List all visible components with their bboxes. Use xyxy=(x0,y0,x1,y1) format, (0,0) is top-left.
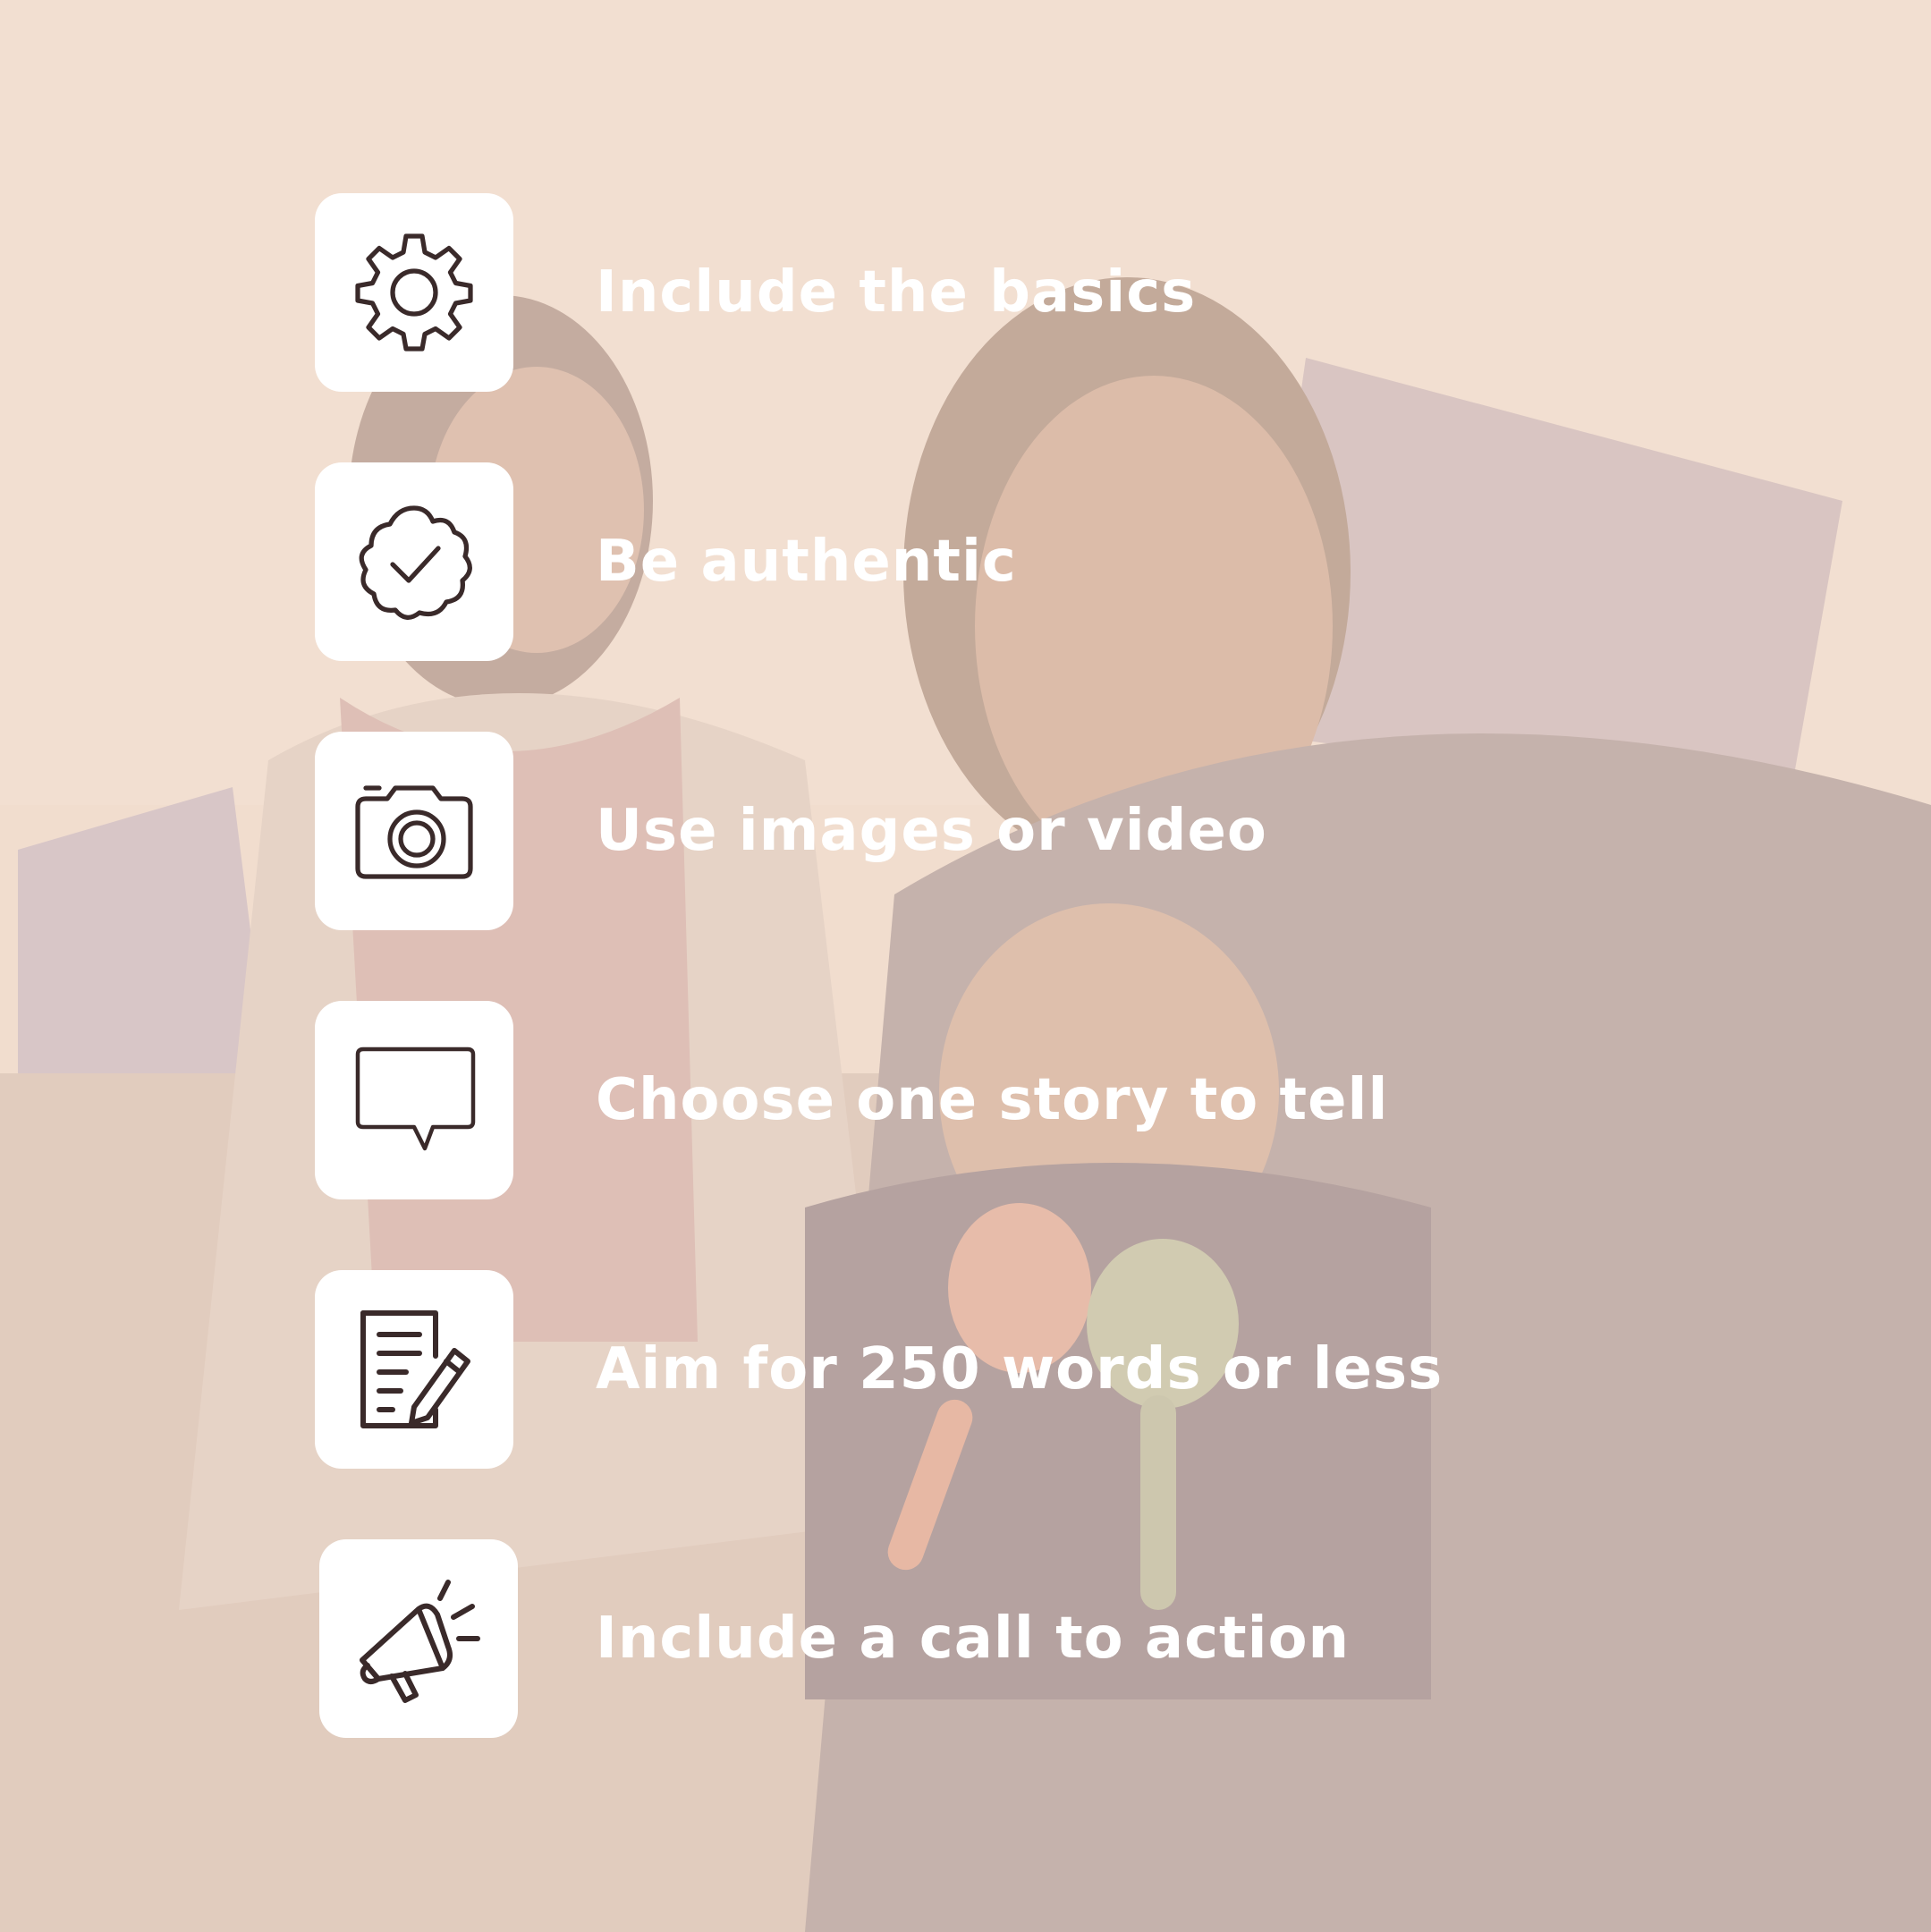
camera-icon xyxy=(355,785,473,879)
tip-label: Include a call to action xyxy=(596,1606,1351,1672)
megaphone-icon xyxy=(360,1580,480,1703)
tip-row-words: Aim for 250 words or less xyxy=(0,1270,1931,1469)
tip-icon-box xyxy=(315,1270,513,1469)
tip-icon-box xyxy=(315,732,513,930)
tip-label: Include the basics xyxy=(596,259,1197,326)
tip-row-basics: Include the basics xyxy=(0,193,1931,392)
tip-icon-box xyxy=(315,462,513,661)
tip-icon-box xyxy=(315,193,513,392)
tip-icon-box xyxy=(315,1001,513,1199)
tip-row-images: Use images or video xyxy=(0,732,1931,930)
tip-icon-box xyxy=(319,1539,518,1738)
tip-label: Aim for 250 words or less xyxy=(596,1336,1444,1402)
gear-icon xyxy=(355,233,473,352)
verified-badge-icon xyxy=(359,505,472,620)
tip-row-cta: Include a call to action xyxy=(0,1539,1931,1738)
tip-row-authentic: Be authentic xyxy=(0,462,1931,661)
document-pencil-icon xyxy=(360,1310,470,1428)
tip-label: Choose one story to tell xyxy=(596,1067,1389,1133)
tip-row-story: Choose one story to tell xyxy=(0,1001,1931,1199)
tip-label: Use images or video xyxy=(596,798,1267,864)
speech-bubble-icon xyxy=(355,1046,476,1151)
tip-label: Be authentic xyxy=(596,529,1017,595)
